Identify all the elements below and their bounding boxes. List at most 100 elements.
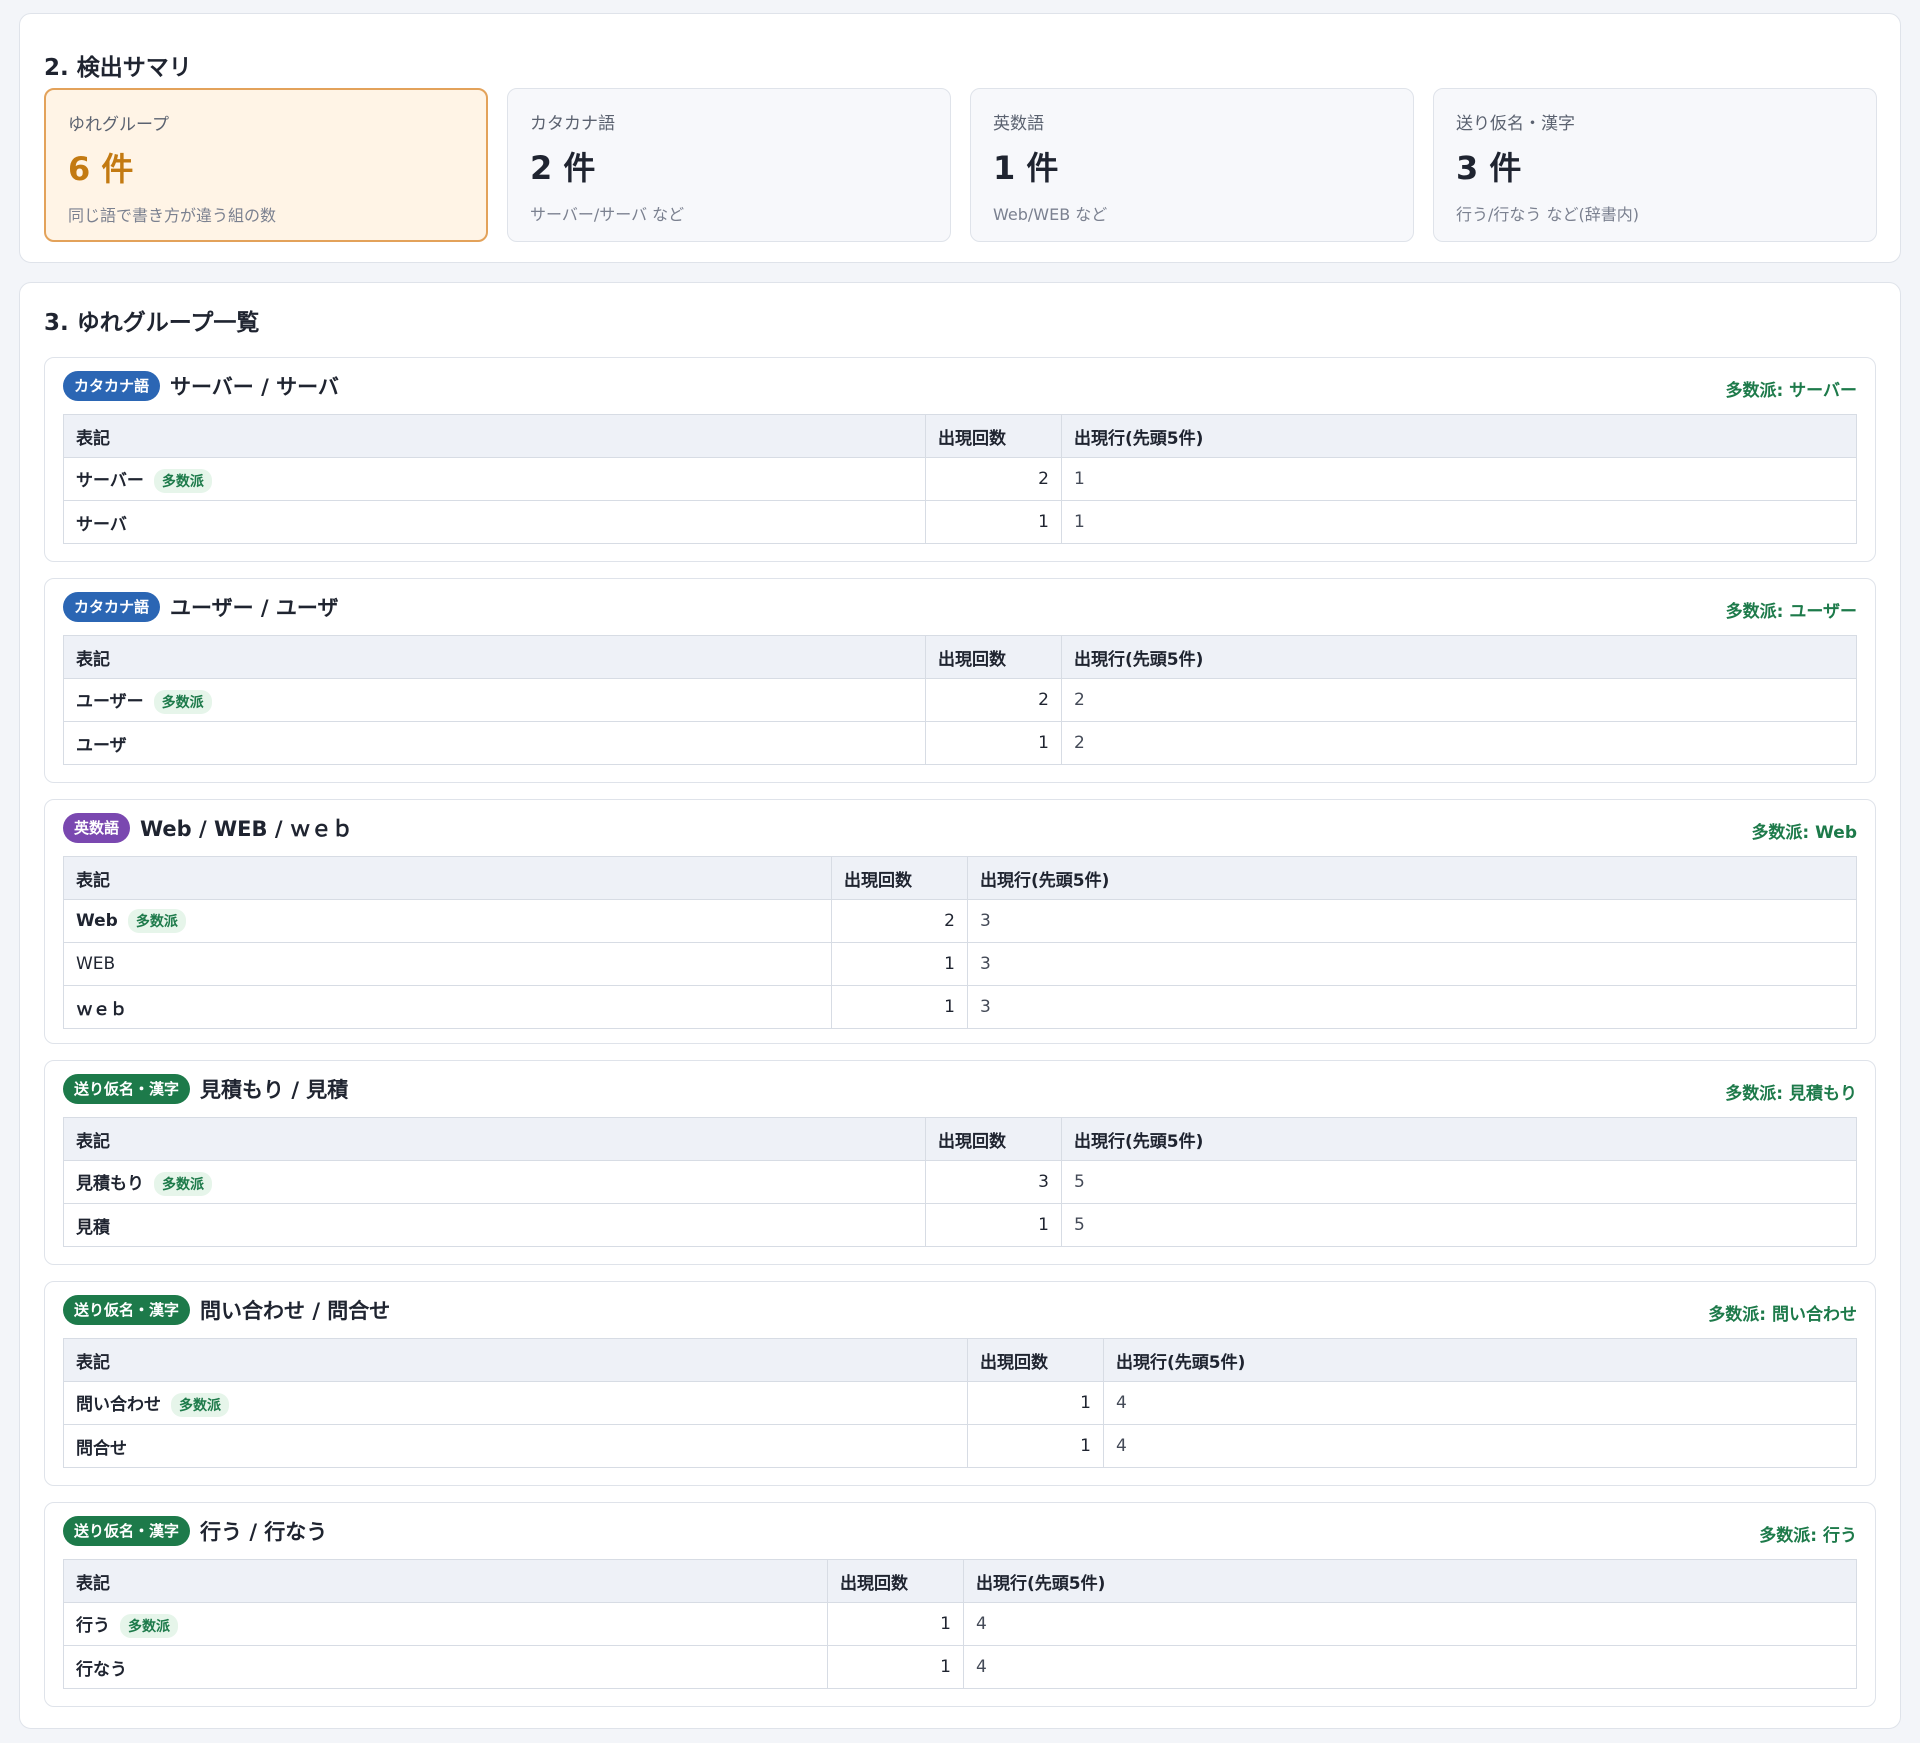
table-row: 行う 多数派 1 4 — [63, 1602, 1857, 1646]
group-card-mitsumori: 送り仮名・漢字 見積もり / 見積 多数派: 見積もり 表記 出現回数 出現行(先… — [44, 1060, 1876, 1265]
group-header: 送り仮名・漢字 問い合わせ / 問合せ 多数派: 問い合わせ — [63, 1295, 1857, 1327]
lines-cell: 4 — [963, 1645, 1857, 1689]
term-cell: Web 多数派 — [63, 899, 832, 943]
group-card-user: カタカナ語 ユーザー / ユーザ 多数派: ユーザー 表記 出現回数 出現行(先頭… — [44, 578, 1876, 783]
table-header-row: 表記 出現回数 出現行(先頭5件) — [63, 635, 1857, 679]
card-note: 同じ語で書き方が違う組の数 — [68, 206, 277, 225]
count-cell: 1 — [925, 1203, 1062, 1247]
majority-tag: 多数派 — [153, 689, 212, 714]
term-cell: 見積もり 多数派 — [63, 1160, 926, 1204]
table-row: ｗｅｂ 1 3 — [63, 985, 1857, 1029]
lines-cell: 4 — [1103, 1424, 1857, 1468]
term-text: ユーザー — [76, 691, 144, 712]
term-cell: サーバ — [63, 500, 926, 544]
majority-label: 多数派: 問い合わせ — [1708, 1305, 1857, 1325]
lines-cell: 5 — [1061, 1160, 1857, 1204]
term-text: 問合せ — [76, 1438, 127, 1459]
table-row: 見積もり 多数派 3 5 — [63, 1160, 1857, 1204]
summary-card-yure-groups: ゆれグループ 6 件 同じ語で書き方が違う組の数 — [44, 88, 488, 242]
lines-cell: 1 — [1061, 500, 1857, 544]
count-cell: 2 — [831, 899, 968, 943]
summary-title: 2. 検出サマリ — [44, 55, 192, 81]
term-cell: サーバー 多数派 — [63, 457, 926, 501]
card-label: ゆれグループ — [68, 115, 169, 135]
column-header-lines: 出現行(先頭5件) — [1061, 414, 1857, 458]
column-header-lines: 出現行(先頭5件) — [963, 1559, 1857, 1603]
term-cell: ユーザ — [63, 721, 926, 765]
column-header-lines: 出現行(先頭5件) — [1061, 1117, 1857, 1161]
card-value: 2 件 — [530, 149, 596, 187]
table-row: ユーザー 多数派 2 2 — [63, 678, 1857, 722]
yure-groups-panel: 3. ゆれグループ一覧 カタカナ語 サーバー / サーバ 多数派: サーバー 表記… — [19, 282, 1901, 1729]
majority-label: 多数派: サーバー — [1725, 381, 1857, 401]
group-card-toiawase: 送り仮名・漢字 問い合わせ / 問合せ 多数派: 問い合わせ 表記 出現回数 出現… — [44, 1281, 1876, 1486]
term-cell: ユーザー 多数派 — [63, 678, 926, 722]
column-header-term: 表記 — [63, 1559, 828, 1603]
lines-cell: 3 — [967, 985, 1857, 1029]
table-header-row: 表記 出現回数 出現行(先頭5件) — [63, 414, 1857, 458]
term-cell: 行なう — [63, 1645, 828, 1689]
summary-panel: 2. 検出サマリ ゆれグループ 6 件 同じ語で書き方が違う組の数 カタカナ語 … — [19, 13, 1901, 263]
card-value: 6 件 — [68, 150, 134, 188]
column-header-count: 出現回数 — [967, 1338, 1104, 1382]
lines-cell: 2 — [1061, 721, 1857, 765]
summary-card-eisu: 英数語 1 件 Web/WEB など — [970, 88, 1414, 242]
groups-title: 3. ゆれグループ一覧 — [44, 310, 260, 336]
category-badge: 送り仮名・漢字 — [63, 1074, 191, 1104]
table-row: 行なう 1 4 — [63, 1645, 1857, 1689]
term-text: WEB — [76, 954, 116, 974]
lines-cell: 3 — [967, 899, 1857, 943]
count-cell: 1 — [827, 1602, 964, 1646]
majority-tag: 多数派 — [120, 1613, 178, 1638]
lines-cell: 3 — [967, 942, 1857, 986]
column-header-term: 表記 — [63, 414, 926, 458]
term-text: 見積 — [76, 1217, 110, 1238]
group-header: 送り仮名・漢字 見積もり / 見積 多数派: 見積もり — [63, 1074, 1857, 1106]
count-cell: 1 — [831, 942, 968, 986]
card-label: 送り仮名・漢字 — [1456, 114, 1575, 134]
card-note: 行う/行なう など(辞書内) — [1456, 205, 1639, 224]
category-badge: 送り仮名・漢字 — [63, 1295, 191, 1325]
table-row: サーバ 1 1 — [63, 500, 1857, 544]
summary-card-katakana: カタカナ語 2 件 サーバー/サーバ など — [507, 88, 951, 242]
count-cell: 1 — [831, 985, 968, 1029]
table-row: WEB 1 3 — [63, 942, 1857, 986]
lines-cell: 4 — [963, 1602, 1857, 1646]
category-badge: 英数語 — [63, 813, 131, 843]
count-cell: 1 — [967, 1424, 1104, 1468]
group-header: 英数語 Web / WEB / ｗｅｂ 多数派: Web — [63, 813, 1857, 845]
table-row: 見積 1 5 — [63, 1203, 1857, 1247]
group-title: ユーザー / ユーザ — [170, 596, 339, 620]
table-row: ユーザ 1 2 — [63, 721, 1857, 765]
column-header-count: 出現回数 — [831, 856, 968, 900]
count-cell: 1 — [827, 1645, 964, 1689]
column-header-term: 表記 — [63, 1338, 968, 1382]
column-header-term: 表記 — [63, 635, 926, 679]
variants-table: 表記 出現回数 出現行(先頭5件) 問い合わせ 多数派 1 4 問合せ 1 4 — [63, 1338, 1857, 1468]
term-text: 問い合わせ — [76, 1394, 161, 1415]
group-title: 問い合わせ / 問合せ — [200, 1299, 391, 1323]
count-cell: 1 — [967, 1381, 1104, 1425]
majority-tag: 多数派 — [127, 909, 186, 933]
term-text: ユーザ — [76, 735, 127, 756]
count-cell: 1 — [925, 500, 1062, 544]
column-header-count: 出現回数 — [827, 1559, 964, 1603]
group-title: サーバー / サーバ — [170, 375, 339, 399]
term-text: Web — [76, 911, 118, 931]
lines-cell: 2 — [1061, 678, 1857, 722]
term-text: サーバー — [76, 470, 144, 491]
term-text: 行う — [76, 1615, 110, 1636]
table-row: Web 多数派 2 3 — [63, 899, 1857, 943]
summary-card-okurigana: 送り仮名・漢字 3 件 行う/行なう など(辞書内) — [1433, 88, 1877, 242]
variants-table: 表記 出現回数 出現行(先頭5件) サーバー 多数派 2 1 サーバ 1 1 — [63, 414, 1857, 544]
column-header-count: 出現回数 — [925, 635, 1062, 679]
group-title: Web / WEB / ｗｅｂ — [140, 817, 353, 841]
term-text: 見積もり — [76, 1173, 144, 1194]
group-title: 行う / 行なう — [200, 1520, 328, 1544]
column-header-lines: 出現行(先頭5件) — [967, 856, 1857, 900]
term-cell: 見積 — [63, 1203, 926, 1247]
table-row: サーバー 多数派 2 1 — [63, 457, 1857, 501]
column-header-count: 出現回数 — [925, 1117, 1062, 1161]
term-cell: 行う 多数派 — [63, 1602, 828, 1646]
count-cell: 3 — [925, 1160, 1062, 1204]
